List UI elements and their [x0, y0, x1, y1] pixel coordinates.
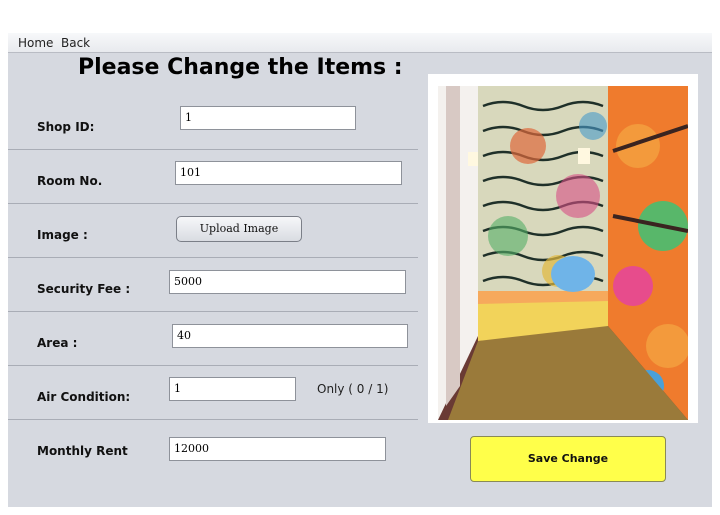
air-condition-hint: Only ( 0 / 1)	[317, 382, 389, 396]
room-image-frame	[428, 74, 698, 423]
area-field[interactable]: 40	[172, 324, 408, 348]
divider	[8, 365, 418, 366]
menu-back[interactable]: Back	[61, 36, 90, 50]
page-title: Please Change the Items :	[78, 55, 403, 80]
divider	[8, 311, 418, 312]
shop-id-label: Shop ID:	[37, 120, 95, 134]
divider	[8, 257, 418, 258]
room-no-field[interactable]: 101	[175, 161, 402, 185]
area-label: Area :	[37, 336, 78, 350]
divider	[8, 419, 418, 420]
menu-bar: Home Back	[8, 33, 712, 53]
shop-id-field[interactable]: 1	[180, 106, 356, 130]
security-fee-label: Security Fee :	[37, 282, 131, 296]
security-fee-field[interactable]: 5000	[169, 270, 406, 294]
room-no-label: Room No.	[37, 174, 103, 188]
monthly-rent-field[interactable]: 12000	[169, 437, 386, 461]
air-condition-label: Air Condition:	[37, 390, 131, 404]
air-condition-field[interactable]: 1	[169, 377, 296, 401]
divider	[8, 149, 418, 150]
divider	[8, 203, 418, 204]
menu-home[interactable]: Home	[18, 36, 53, 50]
image-label: Image :	[37, 228, 88, 242]
upload-image-button[interactable]: Upload Image	[176, 216, 302, 242]
monthly-rent-label: Monthly Rent	[37, 444, 128, 458]
save-change-button[interactable]: Save Change	[470, 436, 666, 482]
room-photo	[438, 86, 688, 420]
